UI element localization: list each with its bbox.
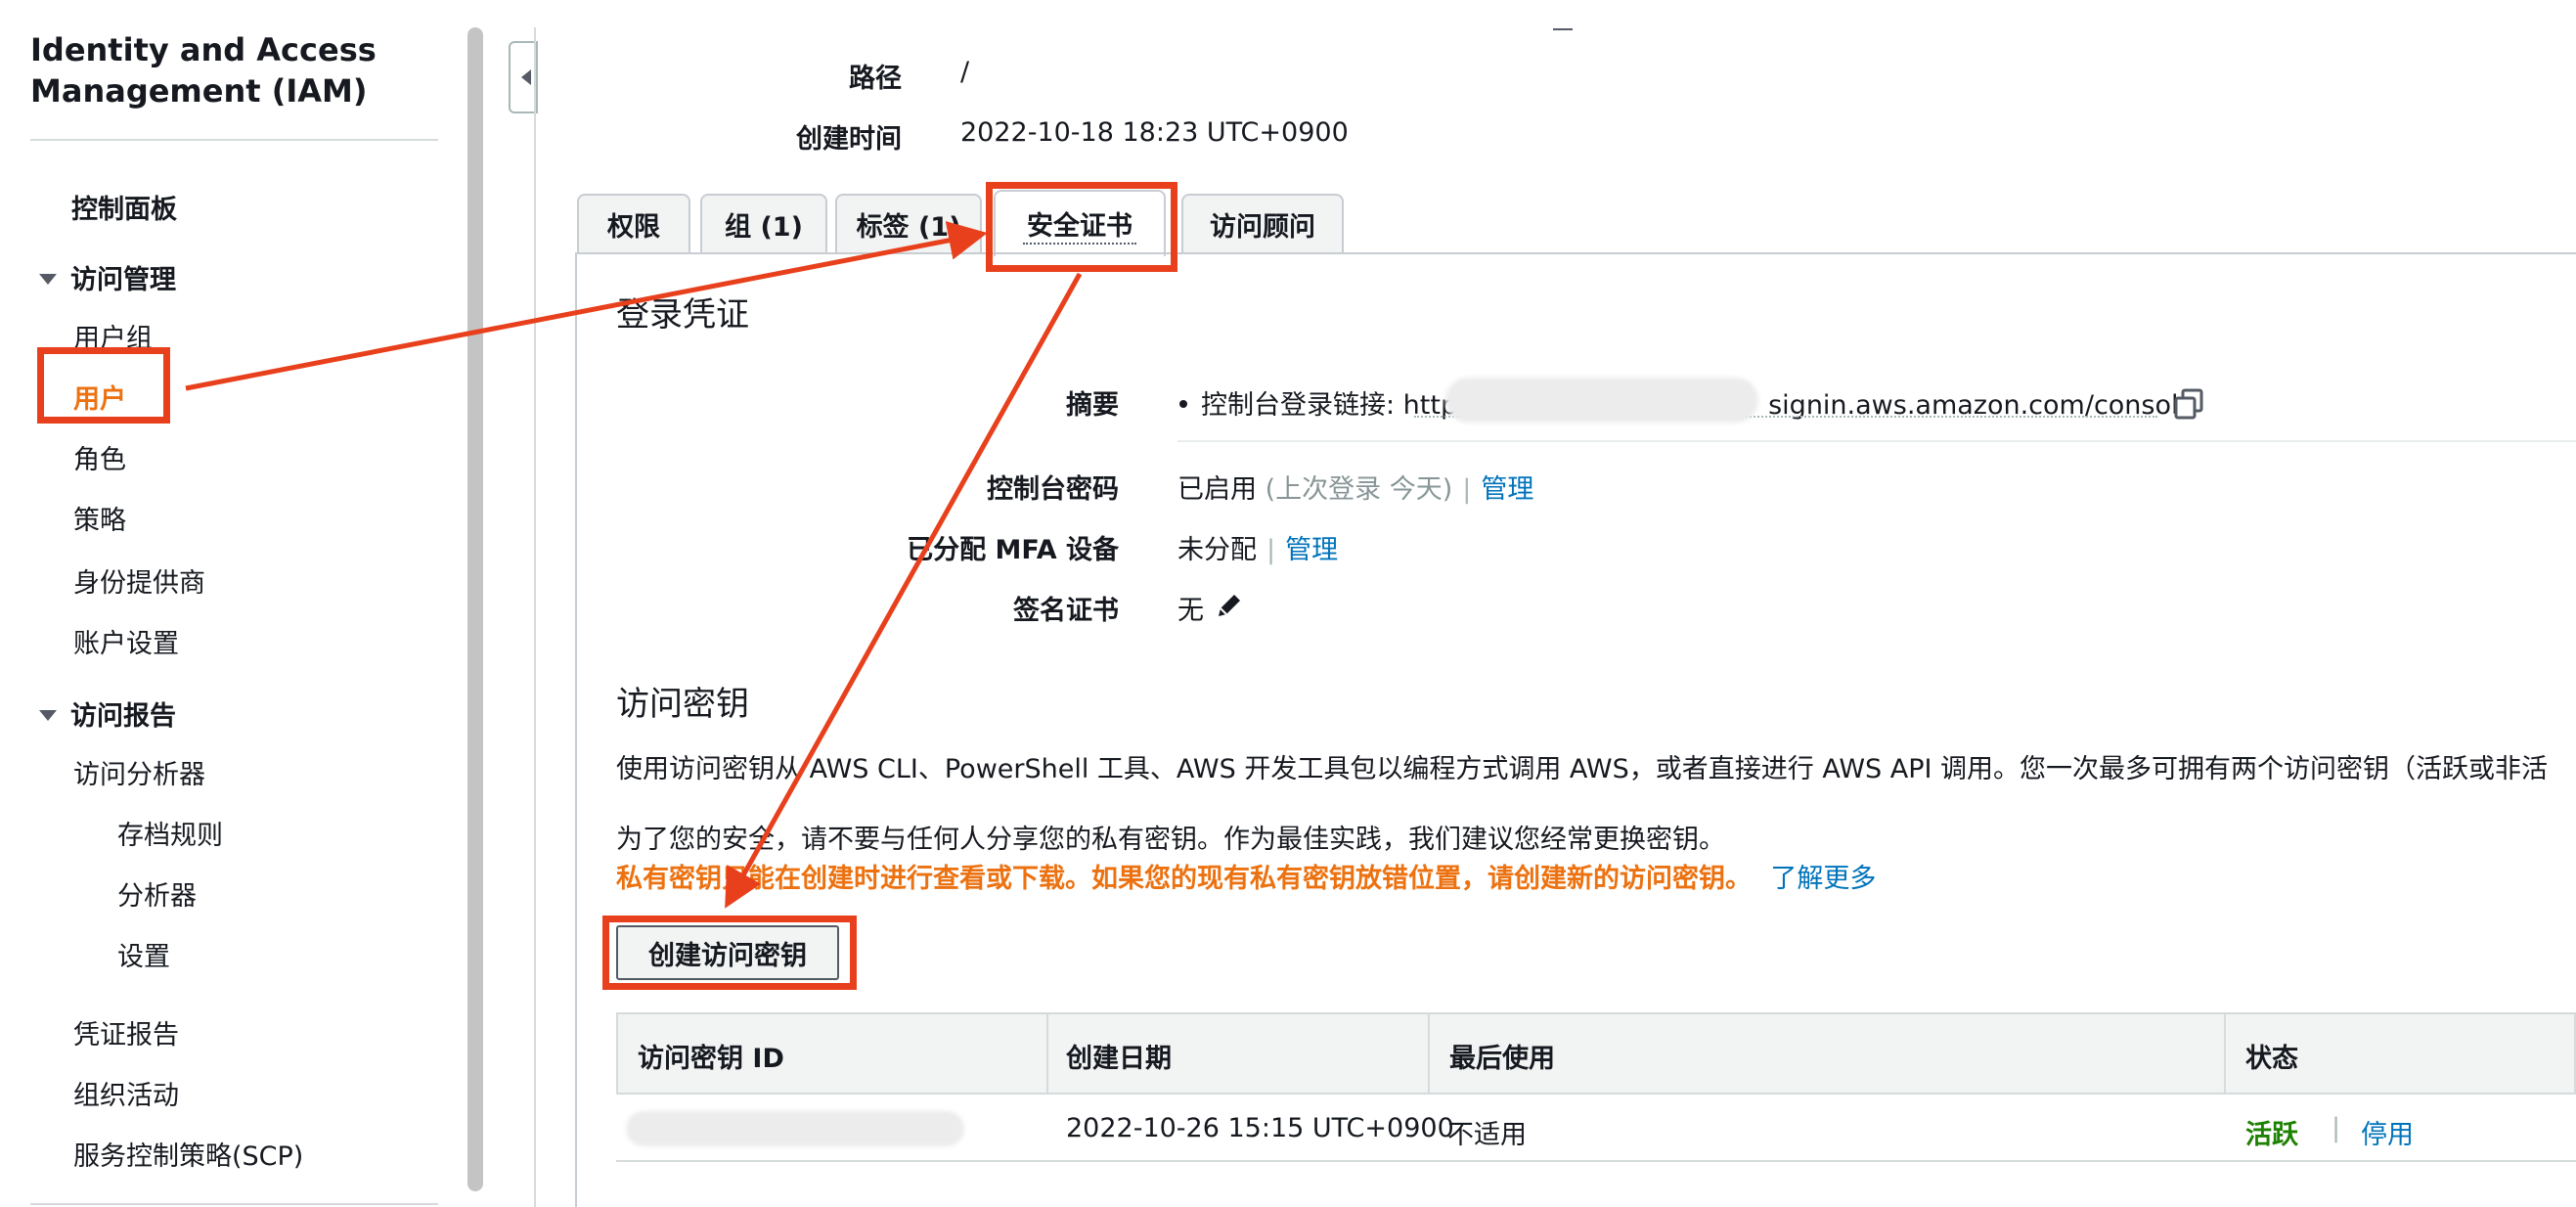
annotation-arrows [185, 221, 1083, 909]
arrow-users-to-tab [185, 221, 988, 391]
arrow-tab-to-button [725, 272, 1083, 909]
